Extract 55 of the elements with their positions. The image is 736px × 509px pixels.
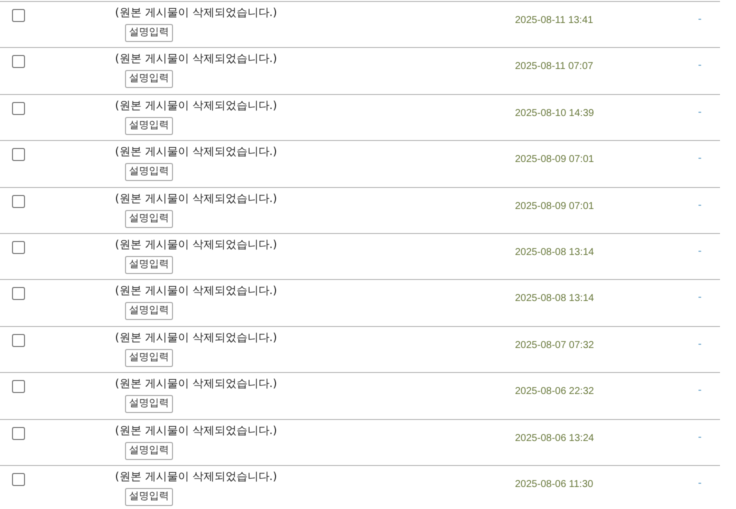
table-cell: - <box>698 106 702 118</box>
table-cell: - <box>698 385 702 396</box>
post-date: 2025-08-08 13:14 <box>515 246 594 258</box>
post-title: (원본 게시물이 삭제되었습니다.) <box>115 238 278 252</box>
checkbox[interactable] <box>12 55 25 68</box>
post-title: (원본 게시물이 삭제되었습니다.) <box>115 424 278 438</box>
post-date: 2025-08-08 13:14 <box>515 293 594 304</box>
table-cell: - <box>698 432 702 443</box>
post-title: (원본 게시물이 삭제되었습니다.) <box>115 284 278 298</box>
description-button[interactable]: 설명입력 <box>125 348 173 367</box>
description-button[interactable]: 설명입력 <box>125 70 173 88</box>
post-title: (원본 게시물이 삭제되었습니다.) <box>115 145 278 160</box>
post-date: 2025-08-06 11:30 <box>515 478 594 490</box>
table-cell: - <box>698 200 702 211</box>
post-date: 2025-08-07 07:32 <box>515 340 594 351</box>
description-button[interactable]: 설명입력 <box>125 488 173 506</box>
table-cell: - <box>698 246 702 257</box>
table-cell: - <box>698 292 702 304</box>
description-button[interactable]: 설명입력 <box>125 210 173 228</box>
checkbox[interactable] <box>12 148 25 162</box>
description-button[interactable]: 설명입력 <box>125 302 173 320</box>
checkbox[interactable] <box>12 240 25 254</box>
description-button[interactable]: 설명입력 <box>125 256 173 274</box>
post-title: (원본 게시물이 삭제되었습니다.) <box>115 98 278 113</box>
post-date: 2025-08-10 14:39 <box>515 108 594 119</box>
post-date: 2025-08-11 13:41 <box>515 15 594 26</box>
table-cell: - <box>698 338 702 350</box>
checkbox[interactable] <box>12 380 25 394</box>
post-date: 2025-08-06 13:24 <box>515 432 594 444</box>
post-title: (원본 게시물이 삭제되었습니다.) <box>115 6 278 20</box>
post-title: (원본 게시물이 삭제되었습니다.) <box>115 52 278 66</box>
checkbox[interactable] <box>12 334 25 347</box>
description-button[interactable]: 설명입력 <box>125 24 173 42</box>
table-cell: - <box>698 60 702 72</box>
post-date: 2025-08-09 07:01 <box>515 200 594 212</box>
table-cell: - <box>698 478 702 489</box>
post-date: 2025-08-06 22:32 <box>515 386 594 398</box>
table-cell: - <box>698 14 702 25</box>
post-title: (원본 게시물이 삭제되었습니다.) <box>115 470 278 484</box>
checkbox[interactable] <box>12 426 25 440</box>
description-button[interactable]: 설명입력 <box>125 116 173 135</box>
checkbox[interactable] <box>12 194 25 208</box>
description-button[interactable]: 설명입력 <box>125 395 173 414</box>
post-date: 2025-08-09 07:01 <box>515 154 594 166</box>
post-date: 2025-08-11 07:07 <box>515 61 594 72</box>
post-title: (원본 게시물이 삭제되었습니다.) <box>115 377 278 392</box>
table-cell: - <box>698 153 702 164</box>
checkbox[interactable] <box>12 102 25 115</box>
checkbox[interactable] <box>12 9 25 22</box>
description-button[interactable]: 설명입력 <box>125 163 173 182</box>
post-title: (원본 게시물이 삭제되었습니다.) <box>115 192 278 206</box>
checkbox[interactable] <box>12 472 25 486</box>
checkbox[interactable] <box>12 287 25 300</box>
post-title: (원본 게시물이 삭제되었습니다.) <box>115 330 278 345</box>
description-button[interactable]: 설명입력 <box>125 442 173 460</box>
